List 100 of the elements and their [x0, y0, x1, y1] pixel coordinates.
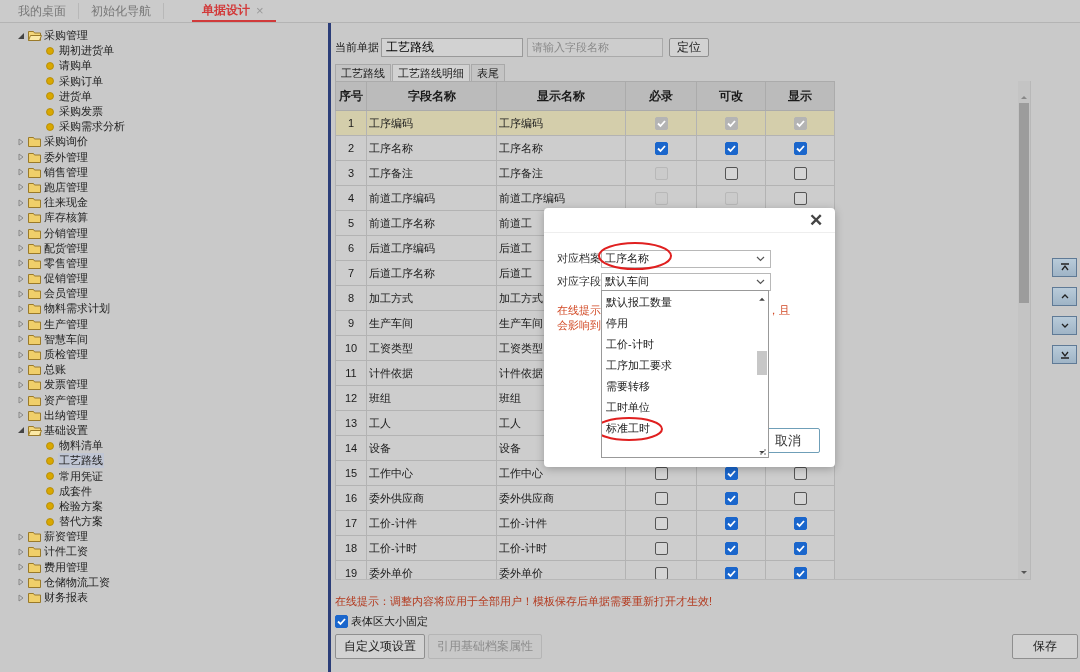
tree-item[interactable]: 物料清单 — [58, 438, 104, 454]
search-field[interactable]: 请输入字段名称 — [527, 37, 663, 57]
locate-button[interactable]: 定位 — [669, 37, 709, 57]
move-top-button[interactable] — [1052, 258, 1077, 277]
checkbox[interactable] — [724, 541, 738, 555]
checkbox[interactable] — [654, 566, 668, 579]
tree-item[interactable]: 常用凭证 — [58, 468, 104, 484]
tree-item[interactable]: 采购管理 — [44, 28, 88, 44]
tree-item[interactable]: 检验方案 — [58, 498, 104, 514]
expand-arrow-icon[interactable] — [16, 577, 26, 588]
expand-arrow-icon[interactable] — [16, 531, 26, 542]
expand-arrow-icon[interactable] — [16, 273, 26, 284]
tree-item[interactable]: 采购询价 — [44, 134, 88, 150]
expand-arrow-icon[interactable] — [16, 303, 26, 314]
tree-item[interactable]: 会员管理 — [44, 286, 88, 302]
checkbox[interactable] — [793, 191, 807, 205]
checkbox[interactable] — [793, 141, 807, 155]
checkbox-label[interactable]: 表体区大小固定 — [335, 614, 428, 629]
tree-item[interactable]: 进货单 — [58, 88, 93, 104]
tree-item[interactable]: 资产管理 — [44, 392, 88, 408]
scroll-thumb[interactable] — [756, 350, 767, 376]
tree-item[interactable]: 薪资管理 — [44, 529, 88, 545]
tree-item[interactable]: 费用管理 — [44, 559, 88, 575]
expand-arrow-icon[interactable] — [16, 562, 26, 573]
expand-arrow-icon[interactable] — [16, 288, 26, 299]
tree-item[interactable]: 发票管理 — [44, 377, 88, 393]
expand-arrow-icon[interactable] — [16, 182, 26, 193]
expand-arrow-icon[interactable] — [16, 334, 26, 345]
tab[interactable]: 工艺路线明细 — [392, 64, 470, 81]
collapse-arrow-icon[interactable] — [16, 425, 26, 436]
tree-item[interactable]: 总账 — [44, 362, 66, 378]
checkbox[interactable] — [654, 141, 668, 155]
custom-items-button[interactable]: 自定义项设置 — [335, 634, 425, 659]
expand-arrow-icon[interactable] — [16, 592, 26, 603]
tab[interactable]: 表尾 — [471, 64, 505, 81]
tab[interactable]: 工艺路线 — [335, 64, 391, 81]
tree-item[interactable]: 分销管理 — [44, 225, 88, 241]
checkbox[interactable] — [654, 491, 668, 505]
checkbox[interactable] — [335, 615, 348, 628]
tree-item[interactable]: 基础设置 — [44, 422, 88, 438]
tree-item[interactable]: 生产管理 — [44, 316, 88, 332]
expand-arrow-icon[interactable] — [16, 258, 26, 269]
expand-arrow-icon[interactable] — [16, 410, 26, 421]
tree-item[interactable]: 委外管理 — [44, 149, 88, 165]
move-bottom-button[interactable] — [1052, 345, 1077, 364]
tree-item[interactable]: 跑店管理 — [44, 179, 88, 195]
tree-item[interactable]: 往来现金 — [44, 195, 88, 211]
expand-arrow-icon[interactable] — [16, 349, 26, 360]
save-button[interactable]: 保存 — [1012, 634, 1078, 659]
expand-arrow-icon[interactable] — [16, 228, 26, 239]
checkbox[interactable] — [724, 491, 738, 505]
tree-item[interactable]: 物料需求计划 — [44, 301, 110, 317]
tree-item[interactable]: 出纳管理 — [44, 407, 88, 423]
tree-item[interactable]: 期初进货单 — [58, 43, 115, 59]
checkbox[interactable] — [793, 516, 807, 530]
checkbox[interactable] — [793, 166, 807, 180]
expand-arrow-icon[interactable] — [16, 319, 26, 330]
tree-item[interactable]: 销售管理 — [44, 164, 88, 180]
tree-item[interactable]: 智慧车间 — [44, 331, 88, 347]
checkbox[interactable] — [724, 166, 738, 180]
expand-arrow-icon[interactable] — [16, 546, 26, 557]
tree-item[interactable]: 采购发票 — [58, 104, 104, 120]
tree-item[interactable]: 仓储物流工资 — [44, 574, 110, 590]
dropdown-option[interactable]: 停用 — [606, 316, 628, 331]
move-down-button[interactable] — [1052, 316, 1077, 335]
tree-item[interactable]: 计件工资 — [44, 544, 88, 560]
expand-arrow-icon[interactable] — [16, 243, 26, 254]
tree-item[interactable]: 工艺路线 — [58, 453, 104, 469]
expand-arrow-icon[interactable] — [16, 167, 26, 178]
tree-item[interactable]: 质检管理 — [44, 347, 88, 363]
document-field[interactable]: 工艺路线 — [381, 37, 523, 57]
move-up-button[interactable] — [1052, 287, 1077, 306]
checkbox[interactable] — [724, 516, 738, 530]
dropdown[interactable]: 工序名称 — [601, 249, 771, 268]
tree-item[interactable]: 采购订单 — [58, 73, 104, 89]
expand-arrow-icon[interactable] — [16, 212, 26, 223]
tree-item[interactable]: 配货管理 — [44, 240, 88, 256]
tree-item[interactable]: 替代方案 — [58, 514, 104, 530]
checkbox[interactable] — [724, 566, 738, 579]
tree-item[interactable]: 采购需求分析 — [58, 119, 126, 135]
expand-arrow-icon[interactable] — [16, 152, 26, 163]
close-icon[interactable]: ✕ — [809, 212, 823, 232]
checkbox[interactable] — [654, 516, 668, 530]
checkbox[interactable] — [793, 541, 807, 555]
tree-item[interactable]: 请购单 — [58, 58, 93, 74]
tree-item[interactable]: 促销管理 — [44, 271, 88, 287]
tree-item[interactable]: 零售管理 — [44, 255, 88, 271]
expand-arrow-icon[interactable] — [16, 364, 26, 375]
tree-item[interactable]: 库存核算 — [44, 210, 88, 226]
checkbox[interactable] — [724, 141, 738, 155]
expand-arrow-icon[interactable] — [16, 395, 26, 406]
checkbox[interactable] — [654, 541, 668, 555]
expand-arrow-icon[interactable] — [16, 379, 26, 390]
scrollbar[interactable] — [1018, 81, 1030, 579]
checkbox[interactable] — [793, 491, 807, 505]
tree-item[interactable]: 财务报表 — [44, 590, 88, 606]
checkbox[interactable] — [793, 566, 807, 579]
expand-arrow-icon[interactable] — [16, 197, 26, 208]
expand-arrow-icon[interactable] — [16, 136, 26, 147]
tree-item[interactable]: 成套件 — [58, 483, 93, 499]
